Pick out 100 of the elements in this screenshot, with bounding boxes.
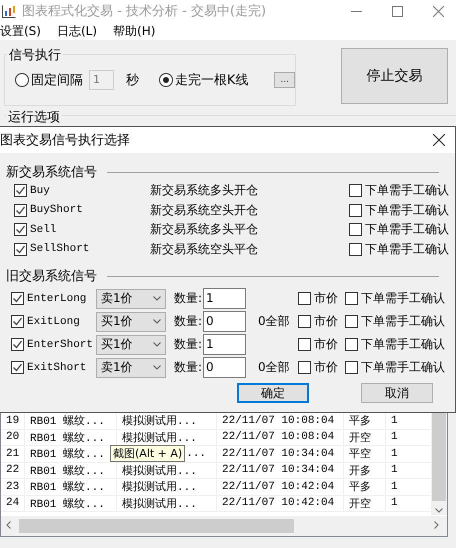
table-cell-text: 开空	[349, 430, 371, 445]
checkbox[interactable]	[298, 361, 311, 374]
checkbox-label: 市价	[314, 359, 338, 376]
checkbox[interactable]	[345, 361, 358, 374]
checkbox-label: 市价	[314, 313, 338, 330]
checkbox[interactable]	[298, 292, 311, 305]
checkbox[interactable]	[349, 184, 362, 198]
checkbox[interactable]	[11, 292, 24, 305]
table-cell-text: RB01 螺纹...	[30, 480, 105, 494]
dialog-button[interactable]: 取消	[361, 383, 433, 403]
checkbox-label: 下单需手工确认	[361, 290, 445, 307]
table-cell: 1	[391, 431, 398, 444]
chevron-down-icon	[153, 342, 161, 347]
unit-label: 秒	[126, 72, 139, 89]
stop-trading-button[interactable]: 停止交易	[341, 48, 448, 104]
price-dropdown[interactable]: 买1价	[96, 334, 166, 354]
table-cell: 21	[6, 448, 20, 460]
quantity-field[interactable]: 0	[203, 311, 246, 332]
chevron-down-icon	[153, 319, 161, 324]
quantity-label: 数量:	[174, 359, 202, 376]
signal-description: 新交易系统多头开仓	[150, 182, 259, 200]
signal-name: SellShort	[30, 243, 90, 256]
checkbox-label: 市价	[314, 336, 338, 353]
table-cell: 19	[6, 414, 20, 427]
quantity-field[interactable]: 0	[203, 357, 246, 378]
table-cell-text: RB01 螺纹...	[30, 464, 105, 478]
signal-description: 新交易系统空头平仓	[150, 240, 259, 258]
checkbox[interactable]	[14, 223, 27, 236]
quantity-label: 数量:	[174, 313, 202, 330]
scroll-down-icon[interactable]	[435, 508, 443, 513]
table-cell: 1	[391, 497, 398, 510]
signal-name: Sell	[30, 224, 56, 236]
checkbox[interactable]	[349, 223, 362, 236]
checkbox[interactable]	[345, 315, 358, 328]
group-title: 信号执行	[7, 46, 63, 64]
checkbox-label: 下单需手工确认	[361, 336, 445, 353]
price-dropdown[interactable]: 买1价	[96, 312, 166, 332]
price-dropdown[interactable]: 卖1价	[96, 358, 166, 378]
horizontal-scrollbar[interactable]	[1, 516, 447, 536]
maximize-icon[interactable]	[392, 6, 403, 16]
table-cell: 22/11/07 10:42:04	[222, 480, 334, 493]
checkbox[interactable]	[345, 338, 358, 351]
checkbox[interactable]	[14, 242, 27, 256]
checkbox[interactable]	[349, 204, 362, 217]
signal-name: EnterShort	[27, 338, 94, 350]
checkbox-label: 下单需手工确认	[365, 202, 449, 219]
checkbox[interactable]	[349, 242, 362, 256]
signal-name: Buy	[30, 184, 50, 197]
menu-item[interactable]: 设置(S)	[0, 22, 41, 40]
minimize-icon[interactable]	[351, 10, 362, 12]
radio-option[interactable]: 走完一根K线	[158, 71, 248, 89]
checkbox-label: 下单需手工确认	[365, 221, 449, 238]
table-cell-text: 模拟测试用...	[122, 414, 197, 428]
table-cell-text: RB01 螺纹...	[30, 446, 105, 462]
quantity-field[interactable]: 1	[203, 334, 246, 355]
checkbox[interactable]	[298, 315, 311, 328]
quantity-label: 数量:	[174, 290, 202, 307]
checkbox-label: 下单需手工确认	[365, 182, 449, 200]
more-button[interactable]: ...	[274, 72, 295, 88]
table-cell: 22/11/07 10:34:04	[222, 464, 334, 476]
vertical-scrollbar[interactable]	[431, 413, 447, 515]
checkbox[interactable]	[11, 315, 24, 328]
quantity-field[interactable]: 1	[203, 288, 246, 309]
signal-name: ExitLong	[27, 316, 80, 328]
checkbox[interactable]	[345, 292, 358, 305]
checkbox[interactable]	[298, 338, 311, 351]
table-cell-text: 开多	[349, 464, 371, 478]
table-cell: 23	[6, 480, 20, 493]
table-cell-text: 模拟测试用...	[122, 464, 197, 478]
chevron-down-icon	[153, 365, 161, 370]
table-cell: 22/11/07 10:08:04	[222, 431, 334, 444]
table-cell-text: 平空	[349, 446, 371, 462]
table-cell-text: 平多	[349, 480, 371, 494]
menu-item[interactable]: 帮助(H)	[113, 22, 156, 40]
menu-item[interactable]: 日志(L)	[56, 22, 98, 40]
checkbox[interactable]	[11, 338, 24, 351]
price-dropdown[interactable]: 卖1价	[96, 288, 166, 308]
scroll-right-icon[interactable]	[434, 521, 439, 529]
checkbox[interactable]	[11, 361, 24, 374]
scroll-left-icon[interactable]	[6, 521, 11, 529]
table-cell: 1	[391, 464, 398, 476]
checkbox-label: 市价	[314, 290, 338, 307]
table-cell: 22	[6, 464, 20, 476]
dialog-title: 图表交易信号执行选择	[0, 132, 130, 149]
table-cell: 24	[6, 497, 20, 510]
checkbox[interactable]	[14, 204, 27, 217]
table-cell-text: 开空	[349, 496, 371, 511]
table-cell: 1	[391, 480, 398, 493]
checkbox[interactable]	[14, 184, 27, 198]
note-label: 0全部	[258, 360, 290, 374]
table-cell: 22/11/07 10:42:04	[222, 497, 334, 510]
table-cell: 1	[391, 448, 398, 460]
radio-option[interactable]: 固定间隔	[15, 71, 83, 89]
dialog-button[interactable]: 确定	[237, 383, 309, 403]
chart-app-icon	[2, 4, 16, 18]
close-icon[interactable]	[433, 134, 445, 146]
table-cell: ...	[186, 448, 206, 460]
table-cell-text: RB01 螺纹...	[30, 430, 105, 445]
signal-description: 新交易系统空头开仓	[150, 202, 259, 219]
signal-description: 新交易系统多头平仓	[150, 221, 259, 238]
